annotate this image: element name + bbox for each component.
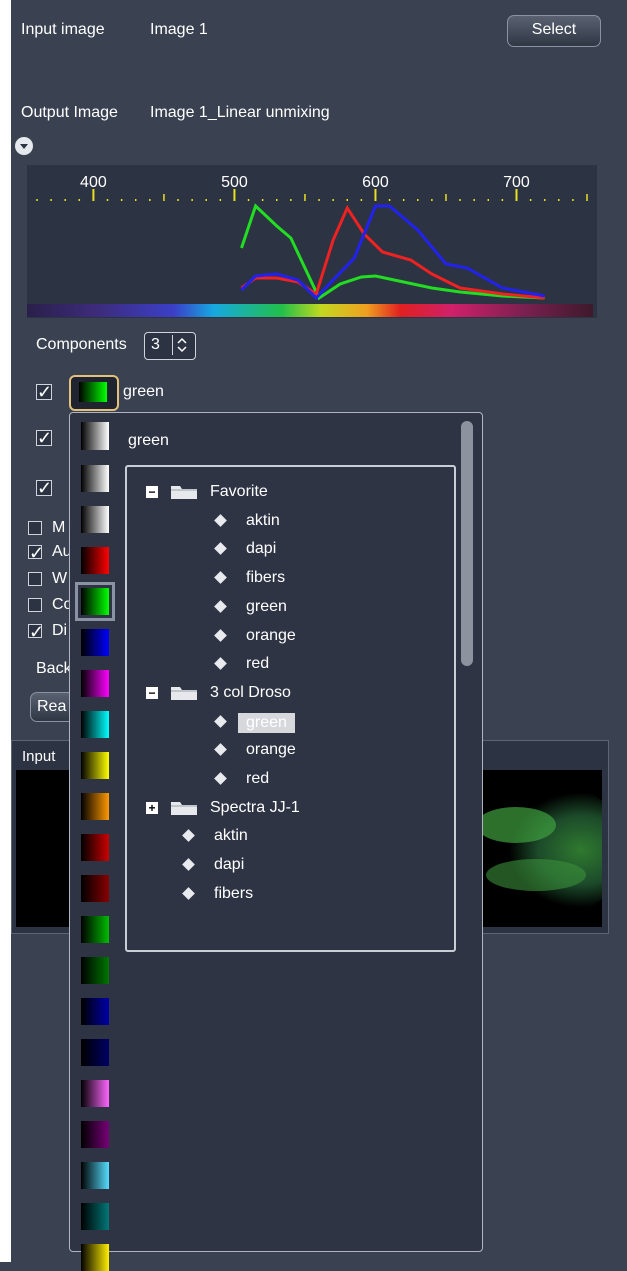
tree-item-label[interactable]: orange xyxy=(246,741,296,759)
tree-item-label[interactable]: aktin xyxy=(214,827,248,845)
series-line-2 xyxy=(240,204,545,301)
option-co-checkbox[interactable] xyxy=(28,598,42,612)
tree-item-label[interactable]: orange xyxy=(246,627,296,645)
tree-item-label[interactable]: green xyxy=(238,712,295,733)
color-swatch-option[interactable] xyxy=(81,875,109,902)
collapse-icon[interactable]: − xyxy=(146,486,158,498)
channel-color-button[interactable] xyxy=(69,375,119,411)
color-swatch-option[interactable] xyxy=(81,506,109,533)
lut-tree xyxy=(125,465,456,952)
tree-item-label[interactable]: fibers xyxy=(214,885,253,903)
chevron-down-icon xyxy=(20,144,28,149)
color-swatch-option[interactable] xyxy=(81,1203,109,1230)
series-line-0 xyxy=(240,203,545,301)
color-swatch-option[interactable] xyxy=(81,1162,109,1189)
color-swatch-option[interactable] xyxy=(81,834,109,861)
channel-1-checkbox[interactable]: ✓ xyxy=(36,382,53,402)
folder-icon xyxy=(170,484,198,500)
color-swatch-option[interactable] xyxy=(81,547,109,574)
check-icon: ✓ xyxy=(29,622,45,642)
color-swatch-option[interactable] xyxy=(81,793,109,820)
option-w-checkbox[interactable] xyxy=(28,572,42,586)
input-image-value: Image 1 xyxy=(150,21,208,38)
option-di-label: Di xyxy=(52,622,68,639)
color-swatch-option[interactable] xyxy=(81,465,109,492)
tree-item-label[interactable]: red xyxy=(246,655,269,673)
select-button[interactable]: Select xyxy=(507,15,601,47)
channel-3-checkbox[interactable]: ✓ xyxy=(36,478,53,498)
left-edge xyxy=(0,0,11,1262)
x-tick-label: 600 xyxy=(362,174,389,191)
check-icon: ✓ xyxy=(37,382,53,402)
option-m-label: M xyxy=(52,519,66,536)
option-m-checkbox[interactable] xyxy=(28,521,42,535)
output-image-value: Image 1_Linear unmixing xyxy=(150,104,330,121)
channel-2-checkbox[interactable]: ✓ xyxy=(36,428,53,448)
color-swatch-option[interactable] xyxy=(81,1039,109,1066)
check-icon: ✓ xyxy=(29,543,45,563)
option-w-label: W xyxy=(52,570,68,587)
popup-title: green xyxy=(128,432,169,449)
output-image-label: Output Image xyxy=(21,104,118,121)
color-swatch xyxy=(79,382,107,402)
tree-item-label[interactable]: dapi xyxy=(246,540,276,558)
color-swatch-option[interactable] xyxy=(81,957,109,984)
color-swatch-option[interactable] xyxy=(81,998,109,1025)
spectrum-bar xyxy=(27,304,593,317)
x-tick-label: 400 xyxy=(80,174,107,191)
collapse-icon[interactable]: − xyxy=(146,686,158,699)
color-swatch-option[interactable] xyxy=(81,670,109,697)
stepper-arrows-icon[interactable] xyxy=(172,335,191,355)
channel-name: green xyxy=(123,383,164,400)
option-di-checkbox[interactable]: ✓ xyxy=(28,623,44,641)
components-value: 3 xyxy=(151,336,160,353)
spectrum-chart: 400 500 600 700 xyxy=(27,165,597,318)
check-icon: ✓ xyxy=(37,428,53,448)
input-image-label: Input image xyxy=(21,21,105,38)
tree-item-label[interactable]: aktin xyxy=(246,512,280,530)
x-tick-label: 500 xyxy=(221,174,248,191)
tree-item-label[interactable]: dapi xyxy=(214,856,244,874)
input-tab[interactable]: Input xyxy=(22,748,55,765)
color-swatch-option[interactable] xyxy=(81,916,109,943)
color-swatch-option[interactable] xyxy=(75,582,115,621)
tree-folder-label[interactable]: Spectra JJ-1 xyxy=(210,799,300,817)
check-icon: ✓ xyxy=(37,478,53,498)
expand-icon[interactable]: + xyxy=(146,801,158,814)
color-swatch-option[interactable] xyxy=(81,1121,109,1148)
option-au-checkbox[interactable]: ✓ xyxy=(28,544,44,562)
color-swatch-option[interactable] xyxy=(81,1244,109,1271)
current-color-swatch xyxy=(81,422,109,450)
tree-folder-label[interactable]: 3 col Droso xyxy=(210,684,291,702)
popup-scrollbar[interactable] xyxy=(461,421,473,666)
folder-icon xyxy=(170,685,198,701)
components-label: Components xyxy=(36,336,127,353)
color-swatch-option[interactable] xyxy=(81,629,109,656)
x-tick-label: 700 xyxy=(503,174,530,191)
tree-item-label[interactable]: red xyxy=(246,770,269,788)
color-swatch-option[interactable] xyxy=(81,711,109,738)
components-stepper[interactable]: 3 xyxy=(144,332,196,360)
color-swatch-option[interactable] xyxy=(81,1080,109,1107)
tree-folder-label[interactable]: Favorite xyxy=(210,483,268,501)
collapse-toggle-button[interactable] xyxy=(15,137,33,155)
background-label: Back xyxy=(36,660,72,677)
tree-item-label[interactable]: fibers xyxy=(246,569,285,587)
tree-item-label[interactable]: green xyxy=(246,598,287,616)
folder-icon xyxy=(170,800,198,816)
color-swatch-option[interactable] xyxy=(81,752,109,779)
